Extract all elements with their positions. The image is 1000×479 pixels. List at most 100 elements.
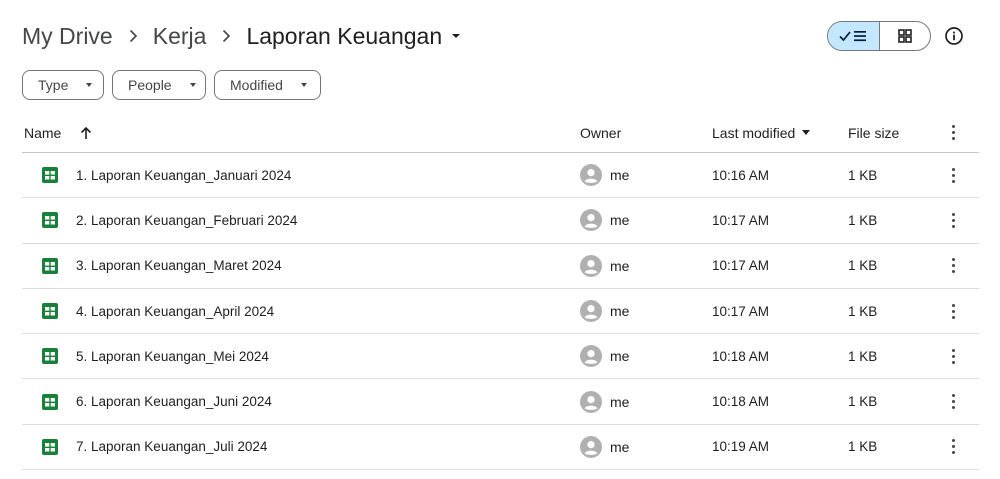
- owner-name: me: [610, 303, 630, 320]
- last-modified-value: 10:17 AM: [712, 303, 770, 319]
- breadcrumb-current-folder[interactable]: Laporan Keuangan: [246, 21, 461, 52]
- file-name-cell: 3. Laporan Keuangan_Maret 2024: [42, 244, 282, 288]
- drive-page: My Drive Kerja Laporan Keuangan Type Peo…: [0, 0, 1000, 479]
- file-name: 3. Laporan Keuangan_Maret 2024: [76, 258, 282, 274]
- filter-modified-chip[interactable]: Modified: [214, 70, 321, 100]
- more-vert-icon: [951, 348, 955, 364]
- owner-cell: me: [580, 198, 629, 242]
- header-owner-label: Owner: [580, 124, 622, 141]
- owner-cell: me: [580, 153, 629, 197]
- avatar: [580, 345, 602, 368]
- last-modified-cell: 10:17 AM: [712, 289, 769, 333]
- filter-type-label: Type: [38, 77, 69, 93]
- table-row[interactable]: 7. Laporan Keuangan_Juli 2024 me 10:19 A…: [22, 425, 979, 471]
- row-more-button[interactable]: [942, 153, 964, 197]
- more-vert-icon: [951, 394, 955, 410]
- file-size-value: 1 KB: [848, 303, 878, 319]
- more-vert-icon: [951, 258, 955, 274]
- row-more-button[interactable]: [942, 334, 964, 378]
- file-size-value: 1 KB: [848, 394, 878, 410]
- owner-name: me: [610, 212, 630, 229]
- owner-name: me: [610, 348, 630, 365]
- last-modified-cell: 10:19 AM: [712, 425, 769, 469]
- file-name: 2. Laporan Keuangan_Februari 2024: [76, 212, 298, 228]
- last-modified-value: 10:18 AM: [712, 348, 770, 364]
- filter-people-label: People: [128, 77, 172, 93]
- row-more-button[interactable]: [942, 379, 964, 423]
- table-row[interactable]: 4. Laporan Keuangan_April 2024 me 10:17 …: [22, 289, 979, 335]
- avatar: [580, 254, 602, 277]
- file-size-value: 1 KB: [848, 439, 878, 455]
- file-name-cell: 1. Laporan Keuangan_Januari 2024: [42, 153, 291, 197]
- google-sheets-icon: [42, 393, 58, 410]
- row-more-button[interactable]: [942, 244, 964, 288]
- file-name: 1. Laporan Keuangan_Januari 2024: [76, 167, 292, 183]
- filter-bar: Type People Modified: [22, 70, 321, 100]
- list-view-button[interactable]: [828, 22, 880, 50]
- table-row[interactable]: 5. Laporan Keuangan_Mei 2024 me 10:18 AM…: [22, 334, 979, 380]
- table-row[interactable]: 1. Laporan Keuangan_Januari 2024 me 10:1…: [22, 153, 979, 199]
- owner-name: me: [610, 167, 630, 184]
- table-row[interactable]: 3. Laporan Keuangan_Maret 2024 me 10:17 …: [22, 244, 979, 289]
- caret-down-icon: [86, 83, 93, 87]
- breadcrumb-item-kerja[interactable]: Kerja: [153, 21, 207, 52]
- info-button[interactable]: [942, 24, 966, 48]
- file-name-cell: 4. Laporan Keuangan_April 2024: [42, 289, 274, 333]
- owner-cell: me: [580, 244, 629, 288]
- caret-down-icon: [452, 34, 461, 38]
- google-sheets-icon: [42, 438, 58, 455]
- caret-down-icon: [802, 130, 811, 135]
- header-last-modified[interactable]: Last modified: [712, 112, 811, 153]
- google-sheets-icon: [42, 212, 58, 229]
- row-more-button[interactable]: [942, 289, 964, 333]
- last-modified-cell: 10:16 AM: [712, 153, 769, 197]
- owner-name: me: [610, 257, 630, 274]
- more-vert-icon: [951, 167, 955, 183]
- file-size-value: 1 KB: [848, 258, 878, 274]
- file-name-cell: 2. Laporan Keuangan_Februari 2024: [42, 198, 297, 242]
- file-size-cell: 1 KB: [848, 425, 877, 469]
- view-toggle: [827, 21, 931, 51]
- header-owner[interactable]: Owner: [580, 112, 621, 153]
- owner-cell: me: [580, 289, 629, 333]
- more-vert-icon: [951, 212, 955, 228]
- google-sheets-icon: [42, 303, 58, 320]
- header-file-size-label: File size: [848, 124, 900, 141]
- last-modified-value: 10:16 AM: [712, 167, 770, 183]
- file-name: 6. Laporan Keuangan_Juni 2024: [76, 394, 272, 410]
- row-more-button[interactable]: [942, 425, 964, 469]
- file-size-cell: 1 KB: [848, 289, 877, 333]
- table-row[interactable]: 2. Laporan Keuangan_Februari 2024 me 10:…: [22, 198, 979, 244]
- header-last-modified-label: Last modified: [712, 124, 796, 141]
- file-list: 1. Laporan Keuangan_Januari 2024 me 10:1…: [22, 153, 979, 471]
- arrow-up-icon[interactable]: [80, 126, 92, 140]
- table-header: Name Owner Last modified File size: [22, 112, 979, 153]
- more-vert-icon: [951, 439, 955, 455]
- info-icon: [945, 27, 963, 45]
- current-folder-title: Laporan Keuangan: [246, 22, 443, 49]
- file-size-value: 1 KB: [848, 212, 878, 228]
- last-modified-cell: 10:17 AM: [712, 198, 769, 242]
- header-more-button[interactable]: [942, 112, 964, 153]
- file-size-cell: 1 KB: [848, 334, 877, 378]
- row-more-button[interactable]: [942, 198, 964, 242]
- caret-down-icon: [189, 83, 196, 87]
- filter-people-chip[interactable]: People: [112, 70, 206, 100]
- header-file-size[interactable]: File size: [848, 112, 899, 153]
- chevron-right-icon: [113, 29, 153, 43]
- more-vert-icon: [951, 125, 955, 140]
- check-list-icon: [839, 31, 867, 42]
- last-modified-cell: 10:18 AM: [712, 379, 769, 423]
- table-row[interactable]: 6. Laporan Keuangan_Juni 2024 me 10:18 A…: [22, 379, 979, 425]
- caret-down-icon: [300, 83, 307, 87]
- google-sheets-icon: [42, 167, 58, 184]
- owner-cell: me: [580, 379, 629, 423]
- file-name-cell: 6. Laporan Keuangan_Juni 2024: [42, 379, 272, 423]
- breadcrumb-item-my-drive[interactable]: My Drive: [22, 21, 113, 52]
- grid-icon: [897, 29, 912, 43]
- filter-type-chip[interactable]: Type: [22, 70, 104, 100]
- grid-view-button[interactable]: [880, 22, 931, 50]
- avatar: [580, 164, 602, 187]
- header-name[interactable]: Name: [24, 112, 92, 153]
- file-table: Name Owner Last modified File size 1. La…: [22, 112, 979, 471]
